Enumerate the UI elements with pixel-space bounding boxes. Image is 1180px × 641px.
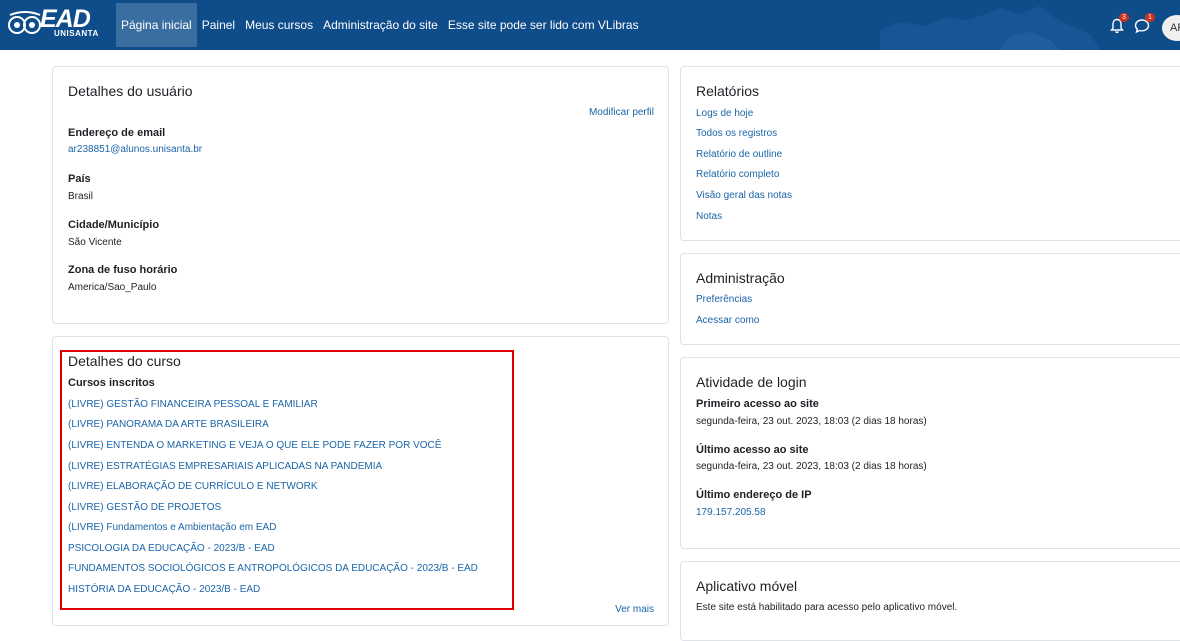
email-label: Endereço de email — [68, 127, 166, 139]
reports-title: Relatórios — [696, 83, 760, 99]
nav-link-vlibras[interactable]: Esse site pode ser lido com VLibras — [443, 3, 644, 47]
mobile-app-title: Aplicativo móvel — [696, 578, 798, 594]
country-value: Brasil — [68, 191, 94, 202]
mobile-app-card: Aplicativo móvel Este site está habilita… — [680, 561, 1180, 641]
course-link[interactable]: (LIVRE) Fundamentos e Ambientação em EAD — [68, 522, 276, 533]
logo-wordmark: EAD UNISANTA — [40, 6, 99, 38]
administration-title: Administração — [696, 270, 785, 286]
login-activity-title: Atividade de login — [696, 374, 807, 390]
notifications-button[interactable]: 3 — [1110, 13, 1129, 39]
course-link[interactable]: (LIVRE) GESTÃO DE PROJETOS — [68, 502, 221, 513]
primary-navigation: Página inicial Painel Meus cursos Admini… — [116, 3, 644, 47]
first-access-value: segunda-feira, 23 out. 2023, 18:03 (2 di… — [696, 416, 927, 427]
administration-card: Administração Preferências Acessar como — [680, 253, 1180, 345]
report-link[interactable]: Relatório completo — [696, 169, 779, 180]
notifications-count-badge: 3 — [1119, 13, 1129, 22]
country-label: País — [68, 173, 91, 185]
view-more-link[interactable]: Ver mais — [615, 604, 654, 615]
last-access-value: segunda-feira, 23 out. 2023, 18:03 (2 di… — [696, 461, 927, 472]
user-details-card: Detalhes do usuário Modificar perfil End… — [52, 66, 669, 324]
mobile-app-text: Este site está habilitado para acesso pe… — [696, 602, 958, 613]
report-link[interactable]: Relatório de outline — [696, 149, 782, 160]
login-as-link[interactable]: Acessar como — [696, 315, 759, 326]
messages-count-badge: 1 — [1145, 13, 1155, 22]
city-label: Cidade/Município — [68, 219, 160, 231]
preferences-link[interactable]: Preferências — [696, 294, 752, 305]
nav-link-my-courses[interactable]: Meus cursos — [240, 3, 318, 47]
unisanta-emblem-icon — [8, 11, 41, 34]
login-activity-card: Atividade de login Primeiro acesso ao si… — [680, 357, 1180, 549]
report-link[interactable]: Visão geral das notas — [696, 190, 792, 201]
logo-subtext: UNISANTA — [54, 29, 99, 38]
edit-profile-link[interactable]: Modificar perfil — [589, 107, 654, 118]
email-link[interactable]: ar238851@alunos.unisanta.br — [68, 144, 202, 155]
city-value: São Vicente — [68, 237, 122, 248]
messages-button[interactable]: 1 — [1134, 13, 1155, 39]
user-details-title: Detalhes do usuário — [68, 83, 193, 99]
course-link[interactable]: (LIVRE) GESTÃO FINANCEIRA PESSOAL E FAMI… — [68, 399, 318, 410]
nav-link-site-admin[interactable]: Administração do site — [318, 3, 443, 47]
timezone-value: America/Sao_Paulo — [68, 282, 157, 293]
report-link[interactable]: Notas — [696, 211, 722, 222]
first-access-label: Primeiro acesso ao site — [696, 398, 819, 410]
course-link[interactable]: (LIVRE) ENTENDA O MARKETING E VEJA O QUE… — [68, 440, 441, 451]
last-access-label: Último acesso ao site — [696, 444, 809, 456]
site-logo[interactable] — [8, 8, 42, 44]
course-link[interactable]: (LIVRE) ESTRATÉGIAS EMPRESARIAIS APLICAD… — [68, 461, 382, 472]
report-link[interactable]: Logs de hoje — [696, 108, 753, 119]
course-link[interactable]: (LIVRE) ELABORAÇÃO DE CURRÍCULO E NETWOR… — [68, 481, 317, 492]
nav-link-home[interactable]: Página inicial — [116, 3, 197, 47]
enrolled-courses-label: Cursos inscritos — [68, 377, 155, 389]
course-link[interactable]: PSICOLOGIA DA EDUCAÇÃO - 2023/B - EAD — [68, 543, 275, 554]
course-details-card: Detalhes do curso Cursos inscritos (LIVR… — [52, 336, 669, 626]
course-link[interactable]: HISTÓRIA DA EDUCAÇÃO - 2023/B - EAD — [68, 584, 260, 595]
nav-link-dashboard[interactable]: Painel — [197, 3, 240, 47]
top-navbar: EAD UNISANTA Página inicial Painel Meus … — [0, 0, 1180, 50]
reports-card: Relatórios Logs de hoje Todos os registr… — [680, 66, 1180, 241]
course-link[interactable]: (LIVRE) PANORAMA DA ARTE BRASILEIRA — [68, 419, 269, 430]
timezone-label: Zona de fuso horário — [68, 264, 178, 276]
course-link[interactable]: FUNDAMENTOS SOCIOLÓGICOS E ANTROPOLÓGICO… — [68, 563, 478, 574]
last-ip-label: Último endereço de IP — [696, 489, 812, 501]
last-ip-link[interactable]: 179.157.205.58 — [696, 507, 766, 518]
course-details-title: Detalhes do curso — [68, 353, 181, 369]
report-link[interactable]: Todos os registros — [696, 128, 777, 139]
